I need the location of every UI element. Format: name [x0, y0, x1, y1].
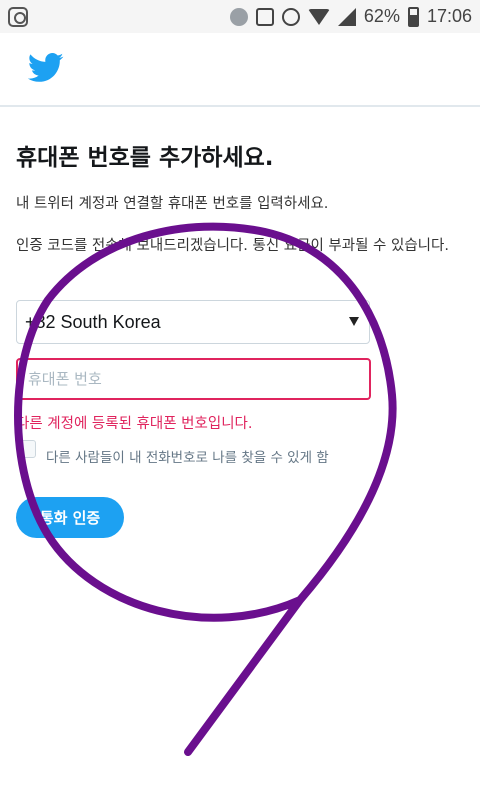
nfc-icon: [255, 7, 274, 26]
status-icons: 62% 17:06: [229, 0, 472, 33]
wifi-icon: [307, 8, 330, 25]
dropdown-arrow-icon: [349, 317, 359, 326]
status-bar: 62% 17:06: [0, 0, 480, 33]
battery-icon: [407, 6, 419, 27]
phone-number-input[interactable]: [16, 358, 371, 400]
battery-percent: 62%: [363, 6, 400, 26]
call-verify-button[interactable]: 통화 인증: [16, 497, 124, 538]
bluetooth-icon: [229, 7, 248, 26]
sms-notice-text: 인증 코드를 전송해 보내드리겠습니다. 통신 요금이 부과될 수 있습니다.: [16, 238, 449, 254]
alarm-icon: [281, 7, 300, 26]
error-message: 다른 계정에 등록된 휴대폰 번호입니다.: [16, 416, 253, 432]
signal-icon: [337, 7, 356, 26]
discoverable-checkbox-label[interactable]: 다른 사람들이 내 전화번호로 나를 찾을 수 있게 함: [46, 446, 329, 466]
country-code-select[interactable]: +82 South Korea: [16, 300, 370, 344]
country-code-value: +82 South Korea: [25, 311, 161, 332]
app-icon: [8, 7, 28, 27]
twitter-bird-icon[interactable]: [28, 53, 64, 83]
description-text: 내 트위터 계정과 연결할 휴대폰 번호를 입력하세요.: [16, 196, 329, 212]
discoverable-checkbox[interactable]: [18, 440, 36, 458]
clock: 17:06: [426, 6, 472, 26]
page-title: 휴대폰 번호를 추가하세요.: [16, 145, 274, 171]
app-header: [0, 33, 480, 107]
